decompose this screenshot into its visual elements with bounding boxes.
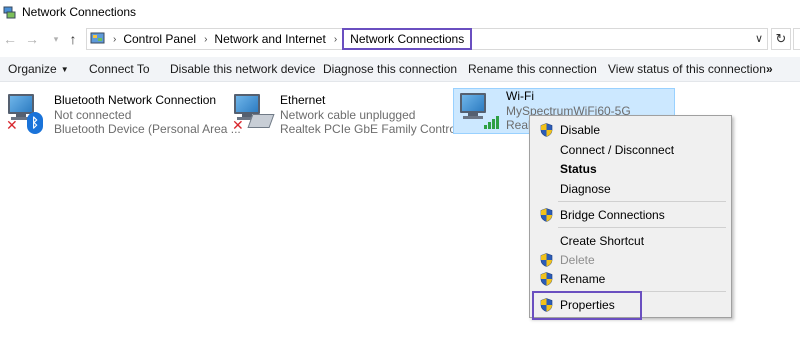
uac-shield-icon <box>540 123 553 137</box>
menu-item-label: Delete <box>560 253 595 267</box>
menu-item-rename[interactable]: Rename <box>532 269 729 288</box>
menu-separator <box>558 227 726 228</box>
navigation-row: ← → ▾ ↑ › Control Panel › Network and In… <box>0 28 800 52</box>
disconnected-x-icon: ✕ <box>232 117 244 133</box>
connection-status: Network cable unplugged <box>280 107 416 122</box>
refresh-icon: ↻ <box>775 31 787 46</box>
menu-item-label: Diagnose <box>560 182 611 196</box>
organize-menu-button[interactable]: Organize ▼ <box>8 62 69 76</box>
wifi-connection-icon <box>458 91 502 133</box>
connection-device: Bluetooth Device (Personal Area ... <box>54 122 241 136</box>
menu-item-properties[interactable]: Properties <box>532 291 729 320</box>
menu-item-diagnose[interactable]: Diagnose <box>532 179 729 198</box>
address-bar[interactable]: › Control Panel › Network and Internet ›… <box>86 28 768 50</box>
connection-name: Bluetooth Network Connection <box>54 93 217 107</box>
refresh-button[interactable]: ↻ <box>771 28 791 50</box>
connection-item-bluetooth[interactable]: ✕ ᛒ Bluetooth Network Connection Not con… <box>0 86 241 136</box>
bluetooth-connection-icon: ✕ ᛒ <box>6 92 50 134</box>
network-connections-icon <box>3 6 16 19</box>
menu-item-label: Status <box>560 162 597 176</box>
forward-arrow-icon[interactable]: → <box>24 31 40 47</box>
command-bar: Organize ▼ Connect To Disable this networ… <box>0 57 800 82</box>
menu-item-disable[interactable]: Disable <box>532 120 729 139</box>
menu-item-delete: Delete <box>532 250 729 269</box>
menu-item-label: Connect / Disconnect <box>560 143 675 157</box>
uac-shield-icon <box>540 272 553 286</box>
menu-item-label: Properties <box>560 298 615 312</box>
breadcrumb-separator-icon: › <box>204 33 208 45</box>
disable-device-button[interactable]: Disable this network device <box>170 62 315 76</box>
connection-device: Realtek PCIe GbE Family Controller <box>280 122 473 136</box>
menu-item-connect-disconnect[interactable]: Connect / Disconnect <box>532 140 729 159</box>
rename-button[interactable]: Rename this connection <box>468 62 597 76</box>
diagnose-button[interactable]: Diagnose this connection <box>323 62 457 76</box>
context-menu: Disable Connect / Disconnect Status Diag… <box>529 115 732 320</box>
menu-item-label: Disable <box>560 123 601 137</box>
connection-item-ethernet[interactable]: ✕ Ethernet Network cable unplugged Realt… <box>226 86 472 136</box>
breadcrumb-separator-icon: › <box>333 33 338 45</box>
connection-name: Wi-Fi <box>506 89 534 103</box>
uac-shield-icon <box>540 298 553 312</box>
signal-strength-icon <box>484 113 502 129</box>
uac-shield-icon <box>540 208 553 222</box>
ethernet-connection-icon: ✕ <box>232 92 276 134</box>
disconnected-x-icon: ✕ <box>6 117 18 133</box>
network-cable-icon <box>247 114 275 128</box>
caret-down-icon: ▼ <box>60 65 69 74</box>
menu-item-label: Rename <box>560 272 606 286</box>
menu-item-create-shortcut[interactable]: Create Shortcut <box>532 231 729 250</box>
view-status-button[interactable]: View status of this connection <box>608 62 766 76</box>
bluetooth-icon: ᛒ <box>27 112 43 134</box>
title-bar: Network Connections <box>0 0 800 24</box>
window-title: Network Connections <box>22 5 137 19</box>
back-arrow-icon[interactable]: ← <box>2 31 18 47</box>
connection-name: Ethernet <box>280 93 326 107</box>
breadcrumb-network-and-internet[interactable]: Network and Internet <box>214 32 325 46</box>
breadcrumb-network-connections[interactable]: Network Connections <box>342 28 473 50</box>
up-arrow-icon[interactable]: ↑ <box>65 31 81 47</box>
more-commands-button[interactable]: » <box>766 62 773 76</box>
breadcrumb-separator-icon: › <box>113 33 117 45</box>
organize-label: Organize <box>8 62 57 76</box>
menu-item-label: Bridge Connections <box>560 208 665 222</box>
uac-shield-icon <box>540 253 553 267</box>
search-box[interactable] <box>793 28 800 50</box>
breadcrumb-control-panel[interactable]: Control Panel <box>123 32 196 46</box>
menu-item-status[interactable]: Status <box>532 159 729 178</box>
recent-locations-chevron-icon[interactable]: ▾ <box>48 31 64 47</box>
connection-status: Not connected <box>54 107 132 122</box>
menu-item-bridge-connections[interactable]: Bridge Connections <box>532 205 729 224</box>
connect-to-button[interactable]: Connect To <box>89 62 150 76</box>
control-panel-icon <box>90 32 106 46</box>
address-dropdown-chevron-icon[interactable]: ∨ <box>755 32 763 45</box>
menu-separator <box>558 201 726 202</box>
menu-item-label: Create Shortcut <box>560 234 645 248</box>
